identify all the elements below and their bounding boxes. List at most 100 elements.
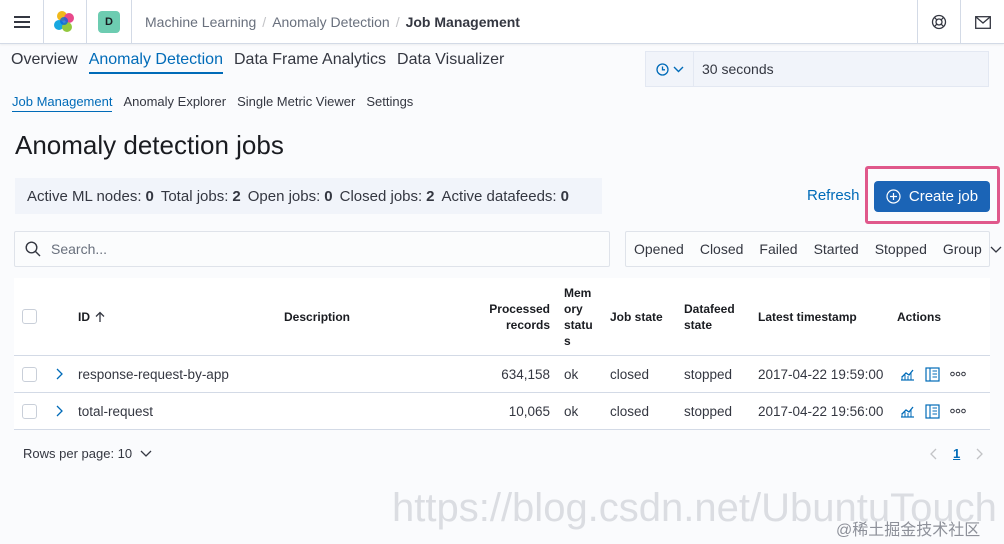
cell-memory-status: ok — [564, 403, 579, 419]
single-metric-viewer-icon[interactable] — [900, 367, 915, 381]
hamburger-icon — [13, 16, 30, 28]
table-header: ID Description Processed records Mem ory st… — [14, 278, 990, 356]
filter-group-dropdown[interactable]: Group — [935, 241, 1004, 257]
tab-anomaly-detection[interactable]: Anomaly Detection — [88, 51, 223, 74]
tab-settings[interactable]: Settings — [366, 94, 413, 112]
search-icon — [25, 241, 41, 257]
sub-tabs: Job Management Anomaly Explorer Single M… — [12, 94, 424, 112]
stat-open-jobs: Open jobs: 0 — [247, 187, 333, 205]
row-checkbox[interactable] — [22, 366, 37, 382]
column-latest-timestamp[interactable]: Latest timestamp — [758, 278, 857, 355]
column-memory-status[interactable]: Mem ory statu s — [564, 278, 604, 355]
chevron-down-icon — [140, 450, 152, 457]
search-input[interactable] — [51, 241, 571, 257]
cell-job-id: total-request — [78, 403, 154, 419]
column-actions: Actions — [897, 309, 942, 324]
pagination: 1 — [930, 446, 984, 461]
create-job-label: Create job — [908, 188, 979, 205]
stat-closed-jobs: Closed jobs: 2 — [339, 187, 435, 205]
top-header: D Machine Learning / Anomaly Detection /… — [0, 0, 1004, 44]
table-row: response-request-by-app 634,158 ok close… — [14, 356, 990, 393]
sort-ascending-icon — [95, 311, 105, 322]
single-metric-viewer-icon[interactable] — [900, 404, 915, 418]
stat-active-ml-nodes: Active ML nodes: 0 — [27, 187, 154, 205]
column-processed-records[interactable]: Processed records — [484, 278, 550, 355]
column-job-state[interactable]: Job state — [610, 278, 663, 355]
cell-job-id: response-request-by-app — [78, 366, 229, 382]
page-title: Anomaly detection jobs — [15, 130, 284, 160]
tab-single-metric-viewer[interactable]: Single Metric Viewer — [237, 94, 355, 112]
cell-actions — [900, 356, 966, 392]
breadcrumb-anomaly-detection[interactable]: Anomaly Detection — [272, 14, 390, 30]
cell-latest-timestamp: 2017-04-22 19:59:00 — [758, 366, 884, 382]
newsfeed-button[interactable] — [961, 0, 1004, 44]
cell-job-state: closed — [610, 403, 650, 419]
expand-row-button[interactable] — [56, 356, 63, 392]
cell-datafeed-state: stopped — [684, 366, 733, 382]
cell-job-state: closed — [610, 366, 650, 382]
select-all-checkbox[interactable] — [22, 309, 37, 324]
refresh-button[interactable]: Refresh — [807, 187, 860, 204]
tab-data-visualizer[interactable]: Data Visualizer — [397, 51, 504, 74]
main-tabs: Overview Anomaly Detection Data Frame An… — [11, 51, 515, 74]
column-id[interactable]: ID — [78, 278, 105, 355]
stat-active-datafeeds: Active datafeeds: 0 — [441, 187, 569, 205]
help-button[interactable] — [918, 0, 960, 44]
plus-circle-icon — [886, 189, 901, 204]
cell-processed-records: 634,158 — [501, 366, 550, 382]
filter-closed[interactable]: Closed — [692, 232, 752, 266]
tab-job-management[interactable]: Job Management — [12, 94, 113, 112]
anomaly-explorer-icon[interactable] — [925, 366, 940, 382]
tab-data-frame-analytics[interactable]: Data Frame Analytics — [234, 51, 386, 74]
refresh-interval-picker: 30 seconds — [645, 51, 989, 87]
elastic-logo[interactable] — [44, 0, 86, 44]
cell-memory-status: ok — [564, 366, 579, 382]
menu-button[interactable] — [0, 0, 43, 44]
cell-datafeed-state: stopped — [684, 403, 733, 419]
chevron-down-icon — [990, 246, 1002, 253]
tab-anomaly-explorer[interactable]: Anomaly Explorer — [123, 94, 226, 112]
filter-started[interactable]: Started — [806, 232, 867, 266]
chevron-right-icon[interactable] — [976, 448, 984, 460]
help-lifebuoy-icon — [931, 14, 947, 30]
cell-latest-timestamp: 2017-04-22 19:56:00 — [758, 403, 884, 419]
breadcrumb: Machine Learning / Anomaly Detection / J… — [145, 14, 520, 30]
breadcrumb-job-management: Job Management — [405, 14, 520, 30]
mail-icon — [974, 15, 991, 29]
expand-row-button[interactable] — [56, 393, 63, 429]
chevron-right-icon — [56, 368, 63, 380]
page-button[interactable]: 1 — [953, 446, 960, 461]
table-row: total-request 10,065 ok closed stopped 2… — [14, 393, 990, 430]
clock-icon — [655, 62, 669, 76]
select-all-cell — [22, 278, 37, 355]
filter-failed[interactable]: Failed — [751, 232, 805, 266]
elastic-logo-icon — [54, 11, 74, 32]
stat-total-jobs: Total jobs: 2 — [160, 187, 241, 205]
column-datafeed-state[interactable]: Datafeed state — [684, 278, 735, 355]
filter-group: Opened Closed Failed Started Stopped Gro… — [625, 231, 1002, 267]
more-actions-icon[interactable] — [950, 371, 966, 377]
column-description[interactable]: Description — [284, 278, 350, 355]
filter-opened[interactable]: Opened — [626, 232, 692, 266]
filter-stopped[interactable]: Stopped — [867, 232, 935, 266]
row-checkbox[interactable] — [22, 403, 37, 419]
credit-text: @稀土掘金技术社区 — [836, 522, 981, 539]
space-avatar: D — [98, 11, 120, 33]
chevron-right-icon — [56, 405, 63, 417]
more-actions-icon[interactable] — [950, 408, 966, 414]
chevron-left-icon[interactable] — [930, 448, 937, 460]
create-job-button[interactable]: Create job — [874, 181, 990, 212]
space-selector[interactable]: D — [87, 0, 131, 44]
jobs-table: ID Description Processed records Mem ory st… — [14, 278, 990, 430]
cell-actions — [900, 393, 966, 429]
anomaly-explorer-icon[interactable] — [925, 403, 940, 419]
tab-overview[interactable]: Overview — [11, 51, 78, 74]
rows-per-page-selector[interactable]: Rows per page: 10 — [23, 446, 152, 461]
interval-toggle[interactable] — [646, 52, 694, 86]
chevron-down-icon — [673, 66, 683, 72]
search-box — [14, 231, 610, 267]
refresh-interval-value[interactable]: 30 seconds — [694, 61, 774, 77]
cell-processed-records: 10,065 — [508, 403, 550, 419]
breadcrumb-machine-learning[interactable]: Machine Learning — [145, 14, 256, 30]
job-stats-bar: Active ML nodes: 0 Total jobs: 2 Open jobs… — [15, 178, 602, 214]
